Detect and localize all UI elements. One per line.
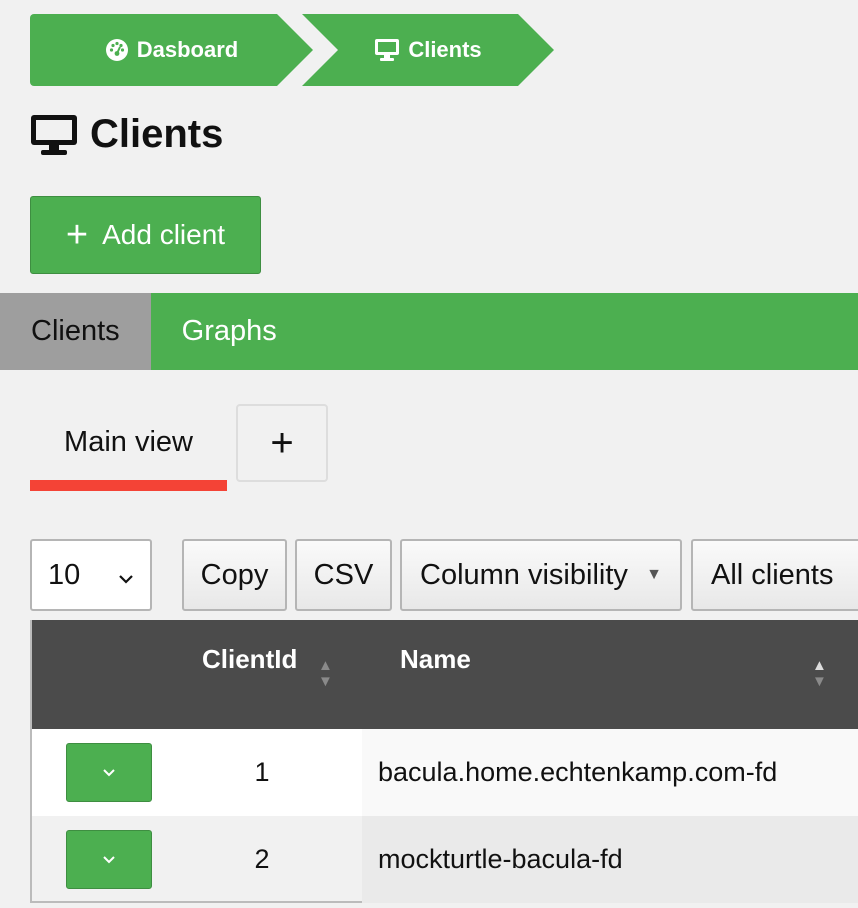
column-visibility-button[interactable]: Column visibility ▼ xyxy=(400,539,682,611)
client-id-cell: 2 xyxy=(254,844,270,874)
caret-down-icon: ▼ xyxy=(646,566,662,583)
breadcrumb-clients[interactable]: Clients xyxy=(302,14,554,86)
breadcrumb-dashboard[interactable]: Dasboard xyxy=(30,14,313,86)
breadcrumb-label: Dasboard xyxy=(136,37,239,62)
client-name-cell[interactable]: bacula.home.echtenkamp.com-fd xyxy=(362,729,858,816)
add-view-button[interactable]: + xyxy=(236,404,328,482)
clients-table: ClientId ▲ ▼ Name ▲ ▼ 1 bacula.home.echten… xyxy=(30,620,858,903)
dashboard-icon xyxy=(105,38,129,62)
page-length-select[interactable]: 10 xyxy=(30,539,152,611)
tab-bar: Clients Graphs xyxy=(0,293,858,370)
table-row: 1 bacula.home.echtenkamp.com-fd xyxy=(32,729,858,816)
add-client-button[interactable]: + Add client xyxy=(30,196,261,274)
page-length-value: 10 xyxy=(48,558,81,591)
page-title-text: Clients xyxy=(90,112,224,156)
filter-all-clients-button[interactable]: All clients xyxy=(691,539,858,611)
plus-icon: + xyxy=(65,214,89,256)
expand-row-button[interactable] xyxy=(66,743,152,802)
column-header-name[interactable]: Name xyxy=(400,644,471,675)
tab-clients[interactable]: Clients xyxy=(0,293,151,370)
client-name-cell[interactable]: mockturtle-bacula-fd xyxy=(362,816,858,903)
column-visibility-label: Column visibility xyxy=(420,558,628,591)
tab-main-view[interactable]: Main view xyxy=(30,404,227,491)
csv-button[interactable]: CSV xyxy=(295,539,392,611)
desktop-icon xyxy=(374,38,400,62)
copy-button[interactable]: Copy xyxy=(182,539,287,611)
sort-icon[interactable]: ▲ ▼ xyxy=(812,658,827,690)
desktop-icon xyxy=(30,114,78,156)
add-client-label: Add client xyxy=(102,219,226,250)
chevron-down-icon xyxy=(103,769,115,777)
breadcrumb-label: Clients xyxy=(408,37,482,62)
filter-label: All clients xyxy=(711,558,834,591)
tab-graphs[interactable]: Graphs xyxy=(151,293,308,370)
page-title: Clients xyxy=(30,112,223,157)
expand-row-button[interactable] xyxy=(66,830,152,889)
column-header-clientid[interactable]: ClientId xyxy=(202,644,297,675)
chevron-down-icon xyxy=(118,559,134,592)
table-header: ClientId ▲ ▼ Name ▲ ▼ xyxy=(32,620,858,729)
client-id-cell: 1 xyxy=(254,757,270,787)
table-row: 2 mockturtle-bacula-fd xyxy=(32,816,858,903)
sort-icon[interactable]: ▲ ▼ xyxy=(318,658,333,690)
chevron-down-icon xyxy=(103,856,115,864)
